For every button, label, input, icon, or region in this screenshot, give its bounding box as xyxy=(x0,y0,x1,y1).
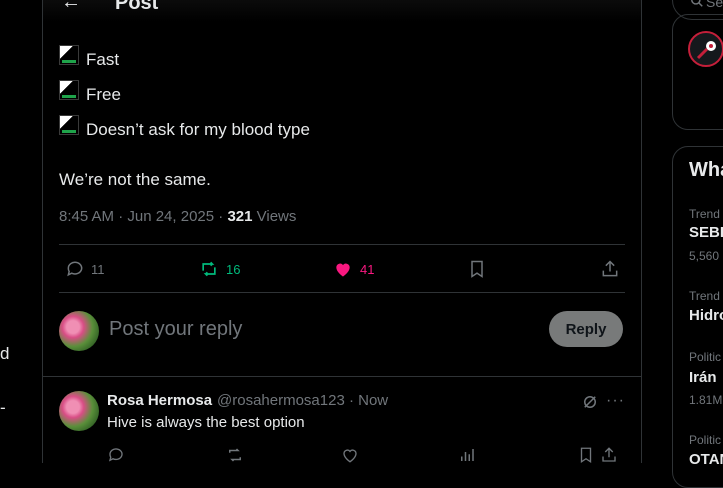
broken-image-icon xyxy=(59,115,79,135)
like-count: 41 xyxy=(360,261,375,277)
reply-action[interactable]: 11 xyxy=(65,259,105,279)
avatar[interactable] xyxy=(59,311,99,351)
post-body: We’re not the same. xyxy=(59,170,211,189)
trend-category: Politic xyxy=(689,433,722,447)
bookmark-icon[interactable] xyxy=(577,446,595,464)
repost-icon xyxy=(202,261,216,277)
bookmark-icon xyxy=(471,260,483,278)
repost-action[interactable]: 16 xyxy=(198,259,240,279)
divider xyxy=(59,292,625,293)
reply-icon xyxy=(67,261,83,277)
left-nav-fragment[interactable]: - xyxy=(0,398,6,418)
bullet-text: Doesn’t ask for my blood type xyxy=(86,120,310,139)
broken-image-icon xyxy=(59,45,79,65)
views-count: 321 xyxy=(227,208,253,225)
share-icon xyxy=(602,260,618,277)
heart-icon[interactable] xyxy=(341,446,359,464)
post-timestamp[interactable]: 8:45 AM · Jun 24, 2025 · xyxy=(59,208,227,225)
grok-icon[interactable] xyxy=(581,393,599,411)
share-icon[interactable] xyxy=(600,446,618,464)
bullet-text: Free xyxy=(86,85,121,104)
key-icon[interactable] xyxy=(688,31,723,67)
avatar[interactable] xyxy=(59,391,99,431)
trend-name[interactable]: Hidro xyxy=(689,307,723,324)
divider xyxy=(59,244,625,245)
trend-name[interactable]: OTAN xyxy=(689,451,723,468)
reply-count: 11 xyxy=(91,261,105,277)
reply-icon[interactable] xyxy=(107,446,125,464)
arrow-left-icon[interactable]: ← xyxy=(61,0,81,14)
reply-author-handle[interactable]: @rosahermosa123 · Now xyxy=(217,392,388,409)
more-options-icon[interactable]: ··· xyxy=(606,392,625,410)
bookmark-action[interactable] xyxy=(467,259,487,279)
views-label: Views xyxy=(252,208,297,225)
trends-title: Wha xyxy=(689,159,723,181)
divider xyxy=(43,376,641,377)
reply-text: Hive is always the best option xyxy=(107,414,305,431)
reply-input[interactable]: Post your reply xyxy=(109,318,242,341)
left-nav-fragment[interactable]: d xyxy=(0,344,9,364)
page-title: Post xyxy=(115,0,159,14)
trend-name[interactable]: Irán xyxy=(689,369,717,386)
trend-category: Trend xyxy=(689,207,720,221)
share-action[interactable] xyxy=(600,259,620,279)
repost-icon[interactable] xyxy=(225,446,245,464)
broken-image-icon xyxy=(59,80,79,100)
trend-count: 1.81M xyxy=(689,393,723,407)
bullet-text: Fast xyxy=(86,50,120,69)
analytics-icon[interactable] xyxy=(458,446,476,464)
post-detail-column: ← Post Fast Free Doesn’t ask for my bloo… xyxy=(42,0,642,464)
like-action[interactable]: 41 xyxy=(332,259,374,279)
trend-category: Politic xyxy=(689,350,722,364)
trend-category: Trend xyxy=(689,289,720,303)
repost-count: 16 xyxy=(226,261,241,277)
search-icon xyxy=(690,0,704,8)
reply-author-name[interactable]: Rosa Hermosa xyxy=(107,392,212,409)
post-meta: 8:45 AM · Jun 24, 2025 · 321 Views xyxy=(59,208,296,225)
promo-card xyxy=(672,14,723,130)
search-input[interactable]: Se xyxy=(706,0,723,10)
heart-filled-icon xyxy=(336,263,350,277)
post-header: ← Post xyxy=(43,0,641,22)
reply-button[interactable]: Reply xyxy=(549,311,623,347)
trend-count: 5,560 xyxy=(689,249,720,263)
trend-name[interactable]: SEBI xyxy=(689,224,723,241)
